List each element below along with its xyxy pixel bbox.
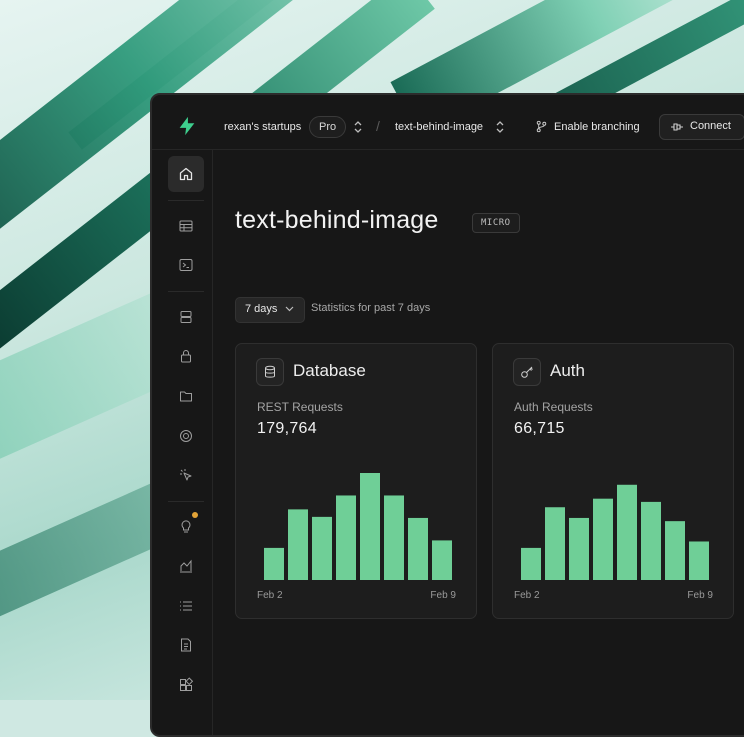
branch-icon — [536, 120, 547, 133]
sidebar-divider — [168, 291, 204, 292]
chart-bar[interactable] — [569, 517, 589, 580]
connect-button[interactable]: Connect — [659, 114, 744, 140]
chart-bar[interactable] — [689, 541, 709, 580]
chart-end-date: Feb 9 — [430, 590, 456, 601]
chart-bar[interactable] — [617, 484, 637, 580]
database-stats-card[interactable]: Database REST Requests 179,764 Feb 2 Feb… — [235, 343, 477, 619]
requests-bar-chart — [264, 473, 452, 580]
app-window: rexan's startups Pro / text-behind-image… — [150, 93, 744, 737]
chart-bar[interactable] — [264, 547, 284, 580]
sidebar-item-table-editor[interactable] — [168, 208, 204, 244]
chart-end-date: Feb 9 — [687, 590, 713, 601]
realtime-icon — [180, 430, 192, 442]
chart-bar[interactable] — [384, 495, 404, 580]
chart-bar[interactable] — [665, 521, 685, 580]
top-bar: rexan's startups Pro / text-behind-image… — [152, 95, 744, 150]
sidebar-item-home[interactable] — [168, 156, 204, 192]
terminal-icon — [179, 259, 193, 271]
logo-icon[interactable] — [176, 115, 198, 137]
auth-stats-card[interactable]: Auth Auth Requests 66,715 Feb 2 Feb 9 — [492, 343, 734, 619]
sidebar-item-api-docs[interactable] — [168, 627, 204, 663]
chart-bar[interactable] — [545, 507, 565, 580]
sidebar-divider — [168, 501, 204, 502]
sidebar-item-realtime[interactable] — [168, 418, 204, 454]
project-switcher-chevron-icon[interactable] — [495, 120, 505, 134]
lightbulb-icon — [181, 520, 191, 533]
sidebar-item-sql-editor[interactable] — [168, 247, 204, 283]
sidebar-divider — [168, 200, 204, 201]
integrations-icon — [180, 677, 194, 691]
sidebar-item-storage[interactable] — [168, 378, 204, 414]
chart-bar[interactable] — [432, 540, 452, 580]
chart-start-date: Feb 2 — [514, 590, 540, 601]
period-caption: Statistics for past 7 days — [311, 302, 431, 314]
plug-icon — [671, 123, 683, 131]
sidebar-item-authentication[interactable] — [168, 338, 204, 374]
sidebar-item-edge-functions[interactable] — [168, 457, 204, 493]
org-name[interactable]: rexan's startups — [224, 120, 301, 134]
sidebar-item-database[interactable] — [168, 299, 204, 335]
sidebar-item-integrations[interactable] — [168, 667, 204, 703]
notification-dot — [192, 512, 198, 518]
lock-icon — [181, 350, 191, 363]
chart-bar[interactable] — [312, 516, 332, 580]
plan-badge: Pro — [309, 116, 347, 138]
list-icon — [180, 601, 192, 611]
chevron-down-icon — [285, 306, 294, 312]
chart-bar[interactable] — [336, 495, 356, 580]
connect-label: Connect — [690, 120, 731, 132]
chart-bar[interactable] — [641, 501, 661, 580]
requests-bar-chart — [521, 484, 709, 580]
enable-branching-button[interactable]: Enable branching — [554, 120, 640, 134]
sidebar-item-reports[interactable] — [168, 548, 204, 584]
document-icon — [181, 638, 191, 652]
chart-start-date: Feb 2 — [257, 590, 283, 601]
main-content: text-behind-image MICRO 7 days Statistic… — [213, 150, 744, 735]
database-icon — [180, 311, 192, 323]
chart-bar[interactable] — [593, 498, 613, 580]
breadcrumb-separator: / — [376, 118, 380, 134]
page-title: text-behind-image — [235, 206, 439, 234]
period-select-value: 7 days — [245, 303, 278, 315]
cursor-click-icon — [180, 469, 192, 481]
chart-bar[interactable] — [408, 517, 428, 580]
chart-bar[interactable] — [360, 473, 380, 580]
storage-icon — [180, 391, 192, 402]
project-name[interactable]: text-behind-image — [395, 120, 483, 134]
home-icon — [179, 167, 193, 181]
sidebar — [152, 150, 213, 735]
table-icon — [179, 220, 193, 232]
compute-size-badge: MICRO — [472, 213, 520, 233]
period-select[interactable]: 7 days — [235, 297, 305, 323]
sidebar-item-logs[interactable] — [168, 588, 204, 624]
chart-bar[interactable] — [288, 509, 308, 580]
reports-icon — [180, 559, 192, 573]
sidebar-item-advisors[interactable] — [168, 508, 204, 544]
org-switcher-chevron-icon[interactable] — [353, 120, 363, 134]
chart-bar[interactable] — [521, 547, 541, 580]
